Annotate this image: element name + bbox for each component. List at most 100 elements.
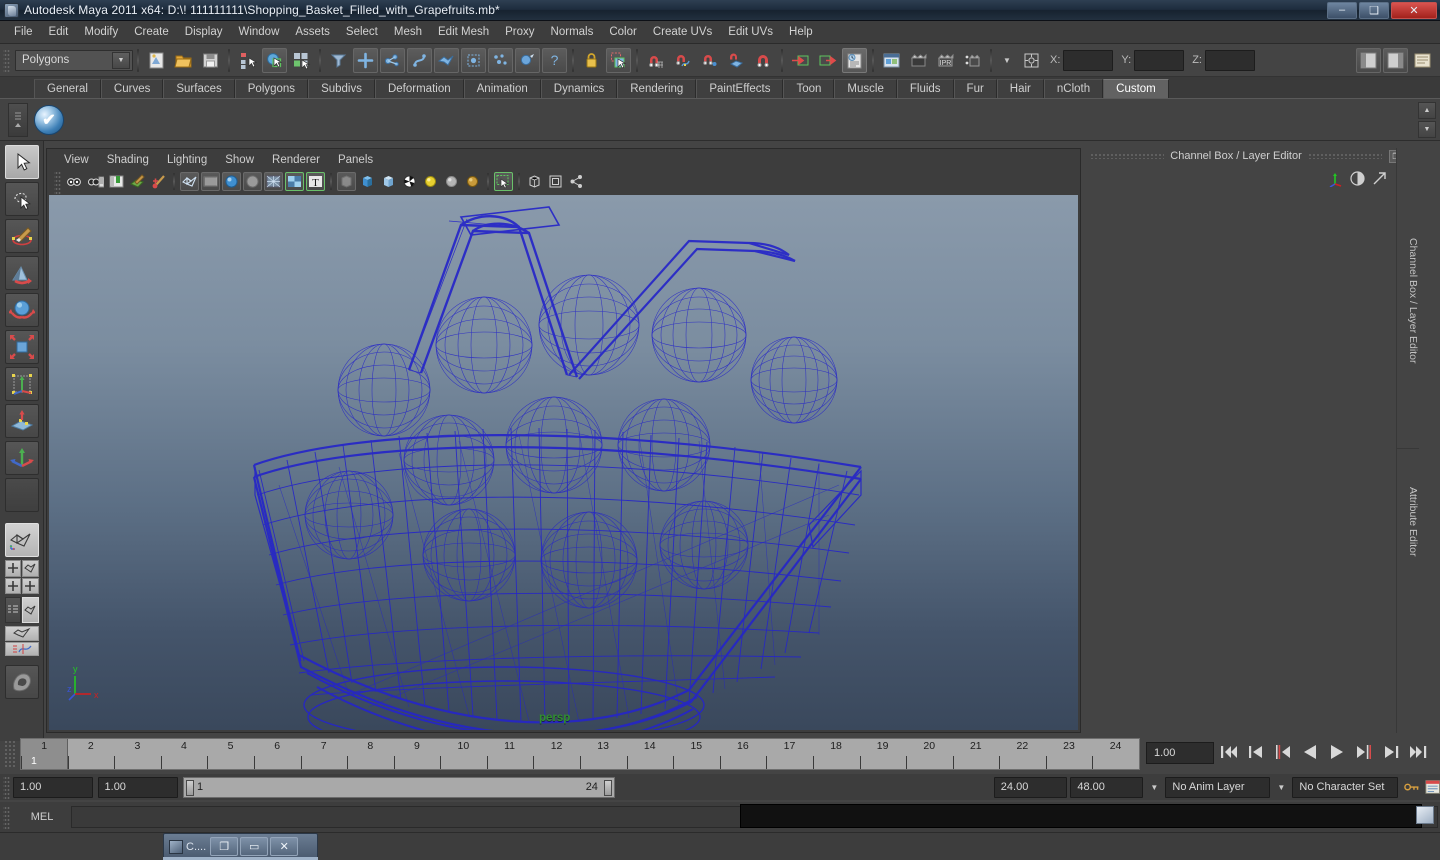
viewport-menu-lighting[interactable]: Lighting	[158, 152, 216, 168]
toolbar-grip[interactable]	[3, 48, 10, 72]
range-end-handle[interactable]	[603, 779, 612, 796]
paint-selection-tool[interactable]	[4, 219, 39, 253]
step-forward-key-button[interactable]	[1380, 740, 1402, 764]
menu-create-uvs[interactable]: Create UVs	[645, 23, 720, 41]
go-to-start-button[interactable]	[1218, 740, 1240, 764]
shelf-tab-hair[interactable]: Hair	[996, 79, 1044, 98]
image-plane-icon[interactable]	[128, 172, 147, 191]
render-view-button[interactable]	[879, 48, 904, 73]
save-scene-button[interactable]	[198, 48, 223, 73]
open-scene-button[interactable]	[171, 48, 196, 73]
shelf-options-grip[interactable]	[8, 103, 28, 137]
construction-history-button[interactable]	[842, 47, 867, 73]
shaded-cube-icon[interactable]	[358, 172, 377, 191]
gray-light-icon[interactable]	[442, 172, 461, 191]
shelf-scroll-up-icon[interactable]: ▲	[1418, 102, 1436, 119]
character-set-dropdown[interactable]: No Character Set	[1292, 776, 1399, 798]
menu-normals[interactable]: Normals	[543, 23, 602, 41]
scale-tool[interactable]	[4, 330, 39, 364]
snap-to-grid-button[interactable]	[643, 48, 668, 73]
close-button[interactable]: ✕	[1391, 1, 1437, 19]
viewport-menu-view[interactable]: View	[55, 152, 98, 168]
persp-outliner-button[interactable]	[22, 560, 39, 577]
shelf-tab-rendering[interactable]: Rendering	[617, 79, 697, 98]
dock-grip-left[interactable]	[1090, 153, 1165, 159]
new-scene-button[interactable]	[144, 48, 169, 73]
lock-icon[interactable]	[579, 48, 604, 73]
menu-edit[interactable]: Edit	[41, 23, 77, 41]
select-handles-button[interactable]	[353, 47, 378, 73]
show-manipulator-tool[interactable]	[4, 441, 39, 475]
viewport-menu-renderer[interactable]: Renderer	[263, 152, 329, 168]
taskbar-window-button[interactable]: C.... ❐ ▭ ✕	[163, 833, 318, 860]
smooth-shade-all-icon[interactable]	[201, 172, 220, 191]
viewport-menu-show[interactable]: Show	[216, 152, 263, 168]
tab-attribute-editor[interactable]: Attribute Editor	[1397, 448, 1419, 588]
taskbar-close-button[interactable]: ✕	[270, 837, 299, 856]
last-tool-used[interactable]	[4, 478, 39, 512]
shelf-tab-general[interactable]: General	[34, 79, 101, 98]
shelf-tab-subdivs[interactable]: Subdivs	[308, 79, 375, 98]
smooth-shade-icon[interactable]	[222, 172, 241, 191]
outliner-persp-layout-buttons[interactable]	[4, 597, 39, 623]
four-view-layout-buttons[interactable]	[4, 560, 39, 594]
menu-help[interactable]: Help	[781, 23, 821, 41]
taskbar-restore-button[interactable]: ❐	[210, 837, 239, 856]
play-backwards-button[interactable]	[1299, 740, 1321, 764]
single-perspective-view-button[interactable]	[4, 523, 39, 557]
wireframe-shading-icon[interactable]	[180, 172, 199, 191]
time-slider[interactable]: 1 1 2 3 4 5 6 7 8 9 10 11 12 13 14 15 16 17 18 19 20 21 22 23 2…	[20, 738, 1140, 770]
select-tool[interactable]	[4, 145, 39, 179]
tab-channel-box-layer-editor[interactable]: Channel Box / Layer Editor	[1397, 148, 1419, 448]
shelf-tab-fur[interactable]: Fur	[953, 79, 997, 98]
flat-shade-icon[interactable]	[243, 172, 262, 191]
shelf-tab-ncloth[interactable]: nCloth	[1043, 79, 1104, 98]
mask-filter-icon[interactable]	[326, 48, 351, 73]
input-connections-button[interactable]	[788, 48, 813, 73]
select-points-button[interactable]	[380, 47, 405, 73]
persp-graph-layout-buttons[interactable]	[4, 626, 39, 656]
go-to-end-button[interactable]	[1407, 740, 1429, 764]
universal-manipulator-tool[interactable]	[4, 367, 39, 401]
command-help-icon[interactable]	[1416, 806, 1434, 824]
shelf-tab-animation[interactable]: Animation	[463, 79, 541, 98]
show-hide-editors-button[interactable]	[1383, 47, 1408, 73]
wireframe-on-shaded-icon[interactable]	[264, 172, 283, 191]
select-rendering-button[interactable]	[515, 47, 540, 73]
xray-display-icon[interactable]	[337, 172, 356, 191]
viewport-menu-shading[interactable]: Shading	[98, 152, 158, 168]
panel-toggle-icon[interactable]	[546, 172, 565, 191]
transform-fields-toggle[interactable]: ▼	[996, 50, 1018, 71]
range-slider[interactable]: 1 24	[182, 776, 615, 798]
axis-mini-gizmo-icon[interactable]	[1327, 170, 1344, 187]
four-panes-button[interactable]	[22, 577, 39, 594]
animation-end-field[interactable]: 48.00	[1070, 776, 1144, 798]
time-slider-grip[interactable]	[4, 740, 16, 768]
help-line-button[interactable]	[1410, 48, 1435, 73]
viewport-toolbar-grip[interactable]	[54, 169, 61, 194]
camera-attributes-icon[interactable]	[86, 172, 105, 191]
texture-display-icon[interactable]	[285, 172, 304, 191]
select-by-object-type-button[interactable]	[262, 47, 287, 73]
menu-mesh[interactable]: Mesh	[386, 23, 430, 41]
shelf-tab-polygons[interactable]: Polygons	[234, 79, 309, 98]
minimize-button[interactable]: –	[1327, 1, 1357, 19]
menu-modify[interactable]: Modify	[76, 23, 126, 41]
menu-window[interactable]: Window	[230, 23, 287, 41]
viewport-menu-panels[interactable]: Panels	[329, 152, 382, 168]
menu-assets[interactable]: Assets	[287, 23, 338, 41]
no-hardware-fog-icon[interactable]	[525, 172, 544, 191]
play-forwards-button[interactable]	[1326, 740, 1348, 764]
shelf-tab-fluids[interactable]: Fluids	[896, 79, 954, 98]
anim-layer-dropdown[interactable]: No Anim Layer	[1165, 776, 1271, 798]
two-panes-side-button[interactable]	[4, 577, 21, 594]
command-output-field[interactable]	[740, 804, 1422, 828]
x-coordinate-input[interactable]	[1063, 49, 1114, 71]
menu-create[interactable]: Create	[126, 23, 177, 41]
persp-layout-button[interactable]	[22, 597, 39, 623]
shelf-tab-dynamics[interactable]: Dynamics	[540, 79, 618, 98]
menu-proxy[interactable]: Proxy	[497, 23, 542, 41]
show-hide-ui-button[interactable]	[1356, 47, 1381, 73]
absolute-transform-icon[interactable]	[1019, 48, 1044, 73]
current-time-field[interactable]: 1.00	[1146, 742, 1214, 764]
